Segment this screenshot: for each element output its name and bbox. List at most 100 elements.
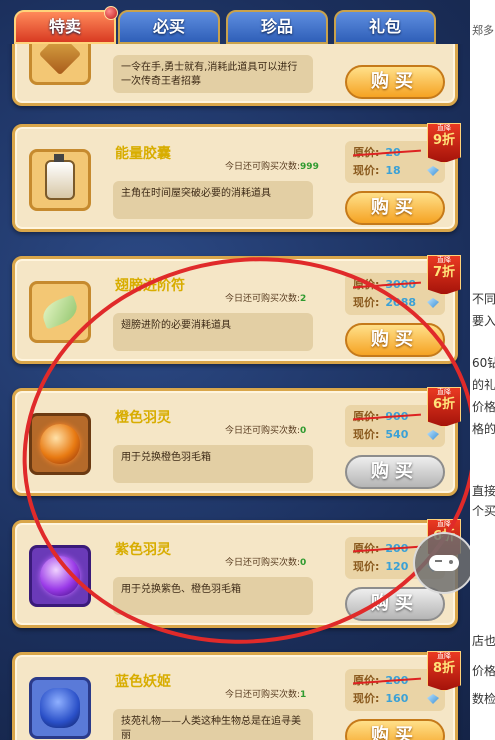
item-icon-frame xyxy=(29,44,91,85)
tab-treasures[interactable]: 珍品 xyxy=(226,10,328,44)
limit-count: 2 xyxy=(300,294,307,304)
gamepad-icon xyxy=(429,555,459,571)
limit-label: 今日还可购买次数: xyxy=(225,426,301,436)
strip-text: 郑多 xyxy=(472,24,494,37)
strip-text: 店也 xyxy=(472,634,495,648)
limit-count: 0 xyxy=(300,558,307,568)
item-description: 主角在时间屋突破必要的消耗道具 xyxy=(113,181,313,219)
item-name: 橙色羽灵 xyxy=(115,410,171,426)
item-description: 用于兑换橙色羽毛箱 xyxy=(113,445,313,483)
item-name: 蓝色妖姬 xyxy=(115,674,171,690)
item-icon-frame xyxy=(29,545,91,607)
diamond-icon xyxy=(427,430,439,440)
strip-text: 的礼 xyxy=(472,378,495,392)
tab-special-sale[interactable]: 特卖 xyxy=(14,6,118,44)
item-description: 翅膀进阶的必要消耗道具 xyxy=(113,313,313,351)
item-icon-frame xyxy=(29,281,91,343)
orange-feather-spirit-icon xyxy=(40,424,80,464)
purchase-limit: 今日还可购买次数:1 xyxy=(225,687,306,700)
item-icon-frame xyxy=(29,677,91,739)
buy-button-disabled[interactable]: 购买 xyxy=(345,455,445,489)
tab-label: 特卖 xyxy=(48,17,81,36)
current-price-value: 2088 xyxy=(385,296,417,309)
background-article-strip: 郑多 不同 要入 60钻 的礼 价格 格的 直接 个买 店也 价格 数检 xyxy=(470,0,495,740)
buy-button[interactable]: 购买 xyxy=(345,323,445,357)
diamond-icon xyxy=(427,694,439,704)
current-price: 现价: 120 xyxy=(353,559,408,575)
current-price-value: 160 xyxy=(385,692,409,705)
strip-text: 60钻 xyxy=(472,356,495,370)
strip-text: 不同 xyxy=(472,292,495,306)
buy-button[interactable]: 购买 xyxy=(345,719,445,740)
item-description: 用于兑换紫色、橙色羽毛箱 xyxy=(113,577,313,615)
item-name: 紫色羽灵 xyxy=(115,542,171,558)
limit-count: 0 xyxy=(300,426,307,436)
discount-badge: 直降 7折 xyxy=(427,255,461,295)
shop-item-card: 橙色羽灵 今日还可购买次数:0 用于兑换橙色羽毛箱 原价:900 现价:540 … xyxy=(12,387,461,496)
shop-item-card: 蓝色妖姬 今日还可购买次数:1 技苑礼物——人类这种生物总是在追寻美丽 原价:2… xyxy=(12,651,461,740)
current-price: 现价: 540 xyxy=(353,427,408,443)
badge-top-text: 直降 xyxy=(437,256,451,264)
buy-button[interactable]: 购买 xyxy=(345,65,445,99)
item-description: 一令在手,勇士就有,消耗此道具可以进行一次传奇王者招募 xyxy=(113,55,313,93)
shop-tab-bar: 特卖 必买 珍品 礼包 xyxy=(0,0,470,44)
shop-item-list[interactable]: 一令在手,勇士就有,消耗此道具可以进行一次传奇王者招募 购买 能量胶囊 今日还可… xyxy=(0,44,470,740)
badge-discount-text: 9折 xyxy=(432,133,456,148)
current-price-label: 现价: xyxy=(353,164,380,177)
notification-dot-icon xyxy=(104,6,118,20)
item-icon-frame xyxy=(29,149,91,211)
discount-badge: 直降 9折 xyxy=(427,123,461,163)
item-name: 翅膀进阶符 xyxy=(115,278,185,294)
original-price: 原价:3000 xyxy=(353,277,421,293)
tab-gift-packs[interactable]: 礼包 xyxy=(334,10,436,44)
discount-badge: 直降 6折 xyxy=(427,387,461,427)
wing-charm-icon xyxy=(38,294,82,330)
item-icon-frame xyxy=(29,413,91,475)
purple-feather-spirit-icon xyxy=(40,556,80,596)
limit-count: 1 xyxy=(300,690,307,700)
purchase-limit: 今日还可购买次数:2 xyxy=(225,291,306,304)
current-price-value: 540 xyxy=(385,428,409,441)
shop-item-card: 能量胶囊 今日还可购买次数:999 主角在时间屋突破必要的消耗道具 原价:20 … xyxy=(12,123,461,232)
badge-discount-text: 8折 xyxy=(432,661,456,676)
buy-button-disabled[interactable]: 购买 xyxy=(345,587,445,621)
tab-label: 礼包 xyxy=(368,17,401,36)
blue-rose-icon xyxy=(40,688,80,728)
strip-text: 价格 xyxy=(472,664,495,678)
current-price-label: 现价: xyxy=(353,692,380,705)
shop-item-card: 翅膀进阶符 今日还可购买次数:2 翅膀进阶的必要消耗道具 原价:3000 现价:… xyxy=(12,255,461,364)
tab-must-buy[interactable]: 必买 xyxy=(118,10,220,44)
item-description: 技苑礼物——人类这种生物总是在追寻美丽 xyxy=(113,709,313,740)
buy-button[interactable]: 购买 xyxy=(345,191,445,225)
limit-label: 今日还可购买次数: xyxy=(225,162,301,172)
strip-text: 格的 xyxy=(472,422,495,436)
discount-badge: 直降 8折 xyxy=(427,651,461,691)
purchase-limit: 今日还可购买次数:999 xyxy=(225,159,319,172)
current-price-label: 现价: xyxy=(353,296,380,309)
current-price: 现价: 18 xyxy=(353,163,401,179)
original-price: 原价:200 xyxy=(353,541,421,557)
limit-count: 999 xyxy=(300,162,319,172)
original-price: 原价:900 xyxy=(353,409,421,425)
strip-text: 直接 xyxy=(472,484,495,498)
item-name: 能量胶囊 xyxy=(115,146,171,162)
tab-label: 珍品 xyxy=(260,17,293,36)
floating-gamepad-button[interactable] xyxy=(413,532,475,594)
sword-token-icon xyxy=(38,44,82,76)
tab-label: 必买 xyxy=(152,17,185,36)
limit-label: 今日还可购买次数: xyxy=(225,294,301,304)
limit-label: 今日还可购买次数: xyxy=(225,690,301,700)
limit-label: 今日还可购买次数: xyxy=(225,558,301,568)
original-price: 原价:20 xyxy=(353,145,421,161)
badge-top-text: 直降 xyxy=(437,652,451,660)
badge-discount-text: 6折 xyxy=(432,397,456,412)
current-price-value: 120 xyxy=(385,560,409,573)
current-price: 现价: 2088 xyxy=(353,295,416,311)
strip-text: 价格 xyxy=(472,400,495,414)
current-price-label: 现价: xyxy=(353,428,380,441)
shop-window: 特卖 必买 珍品 礼包 一令在手,勇士就有,消耗此道具可以进行一次传奇王者招募 … xyxy=(0,0,470,740)
strip-text: 要入 xyxy=(472,314,495,328)
strip-text: 数检 xyxy=(472,692,495,706)
strip-text: 个买 xyxy=(472,504,495,518)
diamond-icon xyxy=(427,298,439,308)
